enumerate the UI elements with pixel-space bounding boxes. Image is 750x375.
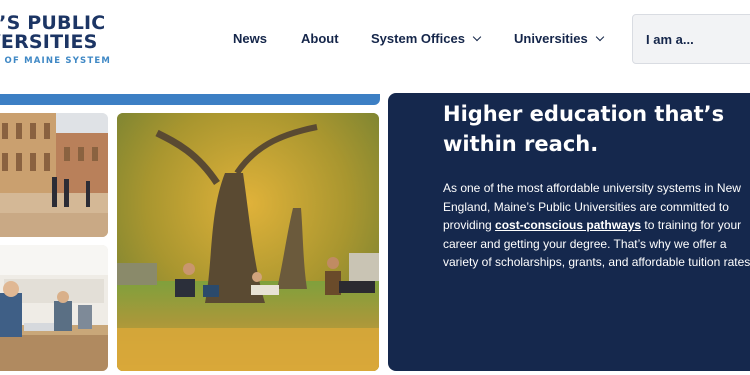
nav-item-label: News bbox=[233, 31, 267, 46]
hero-body: As one of the most affordable university… bbox=[443, 179, 750, 272]
chevron-down-icon bbox=[472, 32, 482, 42]
nav-item-universities[interactable]: Universities bbox=[514, 31, 604, 46]
nav-item-label: About bbox=[301, 31, 339, 46]
logo-line-3: TY OF MAINE SYSTEM bbox=[0, 56, 112, 66]
nav-item-label: System Offices bbox=[371, 31, 465, 46]
campus-building-photo bbox=[0, 113, 108, 237]
students-under-tree-photo bbox=[117, 113, 379, 371]
chevron-down-icon bbox=[595, 32, 604, 42]
nav-item-about[interactable]: About bbox=[301, 31, 339, 46]
nav-item-system-offices[interactable]: System Offices bbox=[371, 31, 482, 46]
campus-building-illustration bbox=[0, 113, 108, 237]
accent-bar bbox=[0, 94, 380, 105]
audience-select[interactable]: I am a... bbox=[632, 14, 750, 64]
cost-conscious-pathways-link[interactable]: cost-conscious pathways bbox=[495, 218, 641, 232]
nav-item-news[interactable]: News bbox=[233, 31, 267, 46]
hero-heading: Higher education that’s within reach. bbox=[443, 102, 725, 156]
students-under-tree-illustration bbox=[117, 113, 379, 371]
classroom-photo bbox=[0, 245, 108, 371]
nav-item-label: Universities bbox=[514, 31, 588, 46]
site-header: E’S PUBLIC VERSITIES TY OF MAINE SYSTEM … bbox=[0, 0, 750, 84]
audience-select-label: I am a... bbox=[646, 32, 694, 47]
classroom-illustration bbox=[0, 245, 108, 371]
